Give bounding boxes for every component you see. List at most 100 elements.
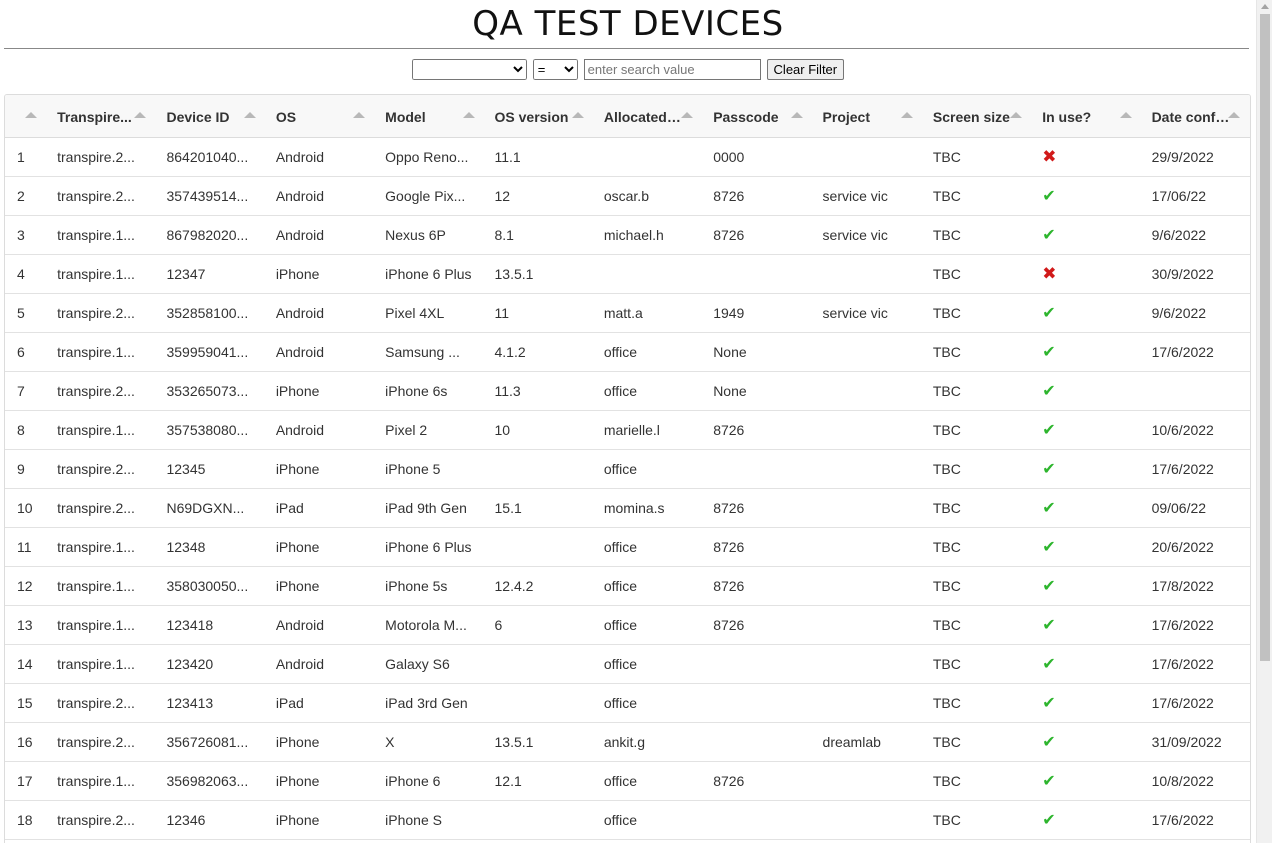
cell-os: iPhone xyxy=(265,371,376,411)
column-header-6[interactable]: Allocated to xyxy=(593,95,704,138)
cell-model: Motorola M... xyxy=(375,605,485,645)
cell-ver: 10 xyxy=(484,410,594,450)
vertical-scrollbar[interactable] xyxy=(1256,0,1272,843)
column-header-10[interactable]: In use? xyxy=(1032,95,1142,138)
column-header-7[interactable]: Passcode xyxy=(703,95,813,138)
cell-proj xyxy=(812,527,923,567)
cell-pass xyxy=(703,722,813,762)
column-header-label: Allocated to xyxy=(603,108,682,125)
in-use-cell: ✔ xyxy=(1032,722,1142,762)
cell-pass: 8726 xyxy=(703,410,813,450)
scrollbar-thumb[interactable] xyxy=(1260,14,1270,661)
cell-n: 8 xyxy=(5,410,48,450)
cell-t: transpire.1... xyxy=(47,605,157,645)
sort-arrow-icon[interactable] xyxy=(1228,112,1240,118)
cell-d: 357538080... xyxy=(156,410,266,450)
sort-arrow-icon[interactable] xyxy=(25,112,38,118)
cell-date: 20/6/2022 xyxy=(1141,527,1250,567)
cell-alloc: office xyxy=(593,566,704,606)
table-row[interactable]: 11 transpire.1... 12348 iPhone iPhone 6 Plus… xyxy=(5,527,1250,567)
table-row[interactable]: 1 transpire.2... 864201040... Android Oppo R… xyxy=(5,137,1250,177)
column-header-label: Model xyxy=(385,108,426,125)
cell-os: Android xyxy=(265,176,376,216)
sort-arrow-icon[interactable] xyxy=(1010,112,1023,118)
cell-t: transpire.2... xyxy=(47,722,157,762)
table-row[interactable]: 4 transpire.1... 12347 iPhone iPhone 6 Plus 1… xyxy=(5,254,1250,294)
in-use-cell: ✔ xyxy=(1032,293,1142,333)
title-divider xyxy=(4,48,1249,49)
cell-n: 3 xyxy=(5,215,48,255)
table-row[interactable]: 15 transpire.2... 123413 iPad iPad 3rd Gen of… xyxy=(5,683,1250,723)
cell-ver xyxy=(484,644,594,684)
cell-n: 1 xyxy=(5,137,48,177)
column-header-9[interactable]: Screen size xyxy=(922,95,1033,138)
cell-t: transpire.1... xyxy=(47,761,157,801)
check-icon: ✔ xyxy=(1042,656,1056,673)
cell-screen: TBC xyxy=(922,605,1033,645)
cell-proj: dreamlab xyxy=(812,722,923,762)
cell-proj xyxy=(812,566,923,606)
in-use-cell: ✔ xyxy=(1032,605,1142,645)
cell-n: 10 xyxy=(5,488,48,528)
column-header-2[interactable]: Device ID xyxy=(156,95,266,138)
cell-pass: 8726 xyxy=(703,566,813,606)
sort-arrow-icon[interactable] xyxy=(462,112,475,118)
cell-ver: 11.1 xyxy=(484,137,594,177)
table-row[interactable]: 18 transpire.2... 12346 iPhone iPhone S offic… xyxy=(5,800,1250,840)
clear-filter-button[interactable]: Clear Filter xyxy=(766,59,845,80)
cell-proj xyxy=(812,137,923,177)
column-header-11[interactable]: Date confirmed xyxy=(1141,95,1250,138)
cell-pass: 1949 xyxy=(703,293,813,333)
sort-arrow-icon[interactable] xyxy=(1119,112,1132,118)
table-row[interactable]: 6 transpire.1... 359959041... Android Samsun… xyxy=(5,332,1250,372)
cell-alloc: office xyxy=(593,449,704,489)
table-row[interactable]: 5 transpire.2... 352858100... Android Pixel … xyxy=(5,293,1250,333)
filter-field-select[interactable] xyxy=(411,59,527,80)
cell-ver: 13.5.1 xyxy=(484,254,594,294)
table-row[interactable]: 7 transpire.2... 353265073... iPhone iPhone … xyxy=(5,371,1250,411)
sort-arrow-icon[interactable] xyxy=(681,112,694,118)
sort-arrow-icon[interactable] xyxy=(243,112,256,118)
cell-pass xyxy=(703,449,813,489)
filter-operator-select[interactable]: = xyxy=(532,59,578,80)
cell-screen: TBC xyxy=(922,722,1033,762)
sort-arrow-icon[interactable] xyxy=(134,112,147,118)
sort-arrow-icon[interactable] xyxy=(790,112,803,118)
cell-d: 12345 xyxy=(156,449,266,489)
table-row[interactable]: 10 transpire.2... N69DGXN... iPad iPad 9th G… xyxy=(5,488,1250,528)
scroll-up-arrow-icon[interactable] xyxy=(1261,4,1269,9)
sort-arrow-icon[interactable] xyxy=(571,112,584,118)
table-row[interactable]: 14 transpire.1... 123420 Android Galaxy S6 of… xyxy=(5,644,1250,684)
table-row[interactable]: 12 transpire.1... 358030050... iPhone iPhone… xyxy=(5,566,1250,606)
cell-proj xyxy=(812,332,923,372)
column-header-label: Project xyxy=(822,108,870,125)
check-icon: ✔ xyxy=(1042,305,1056,322)
table-row[interactable]: 17 transpire.1... 356982063... iPhone iPhone… xyxy=(5,761,1250,801)
table-row[interactable]: 2 transpire.2... 357439514... Android Google… xyxy=(5,176,1250,216)
table-row[interactable]: 16 transpire.2... 356726081... iPhone X 13.5.… xyxy=(5,722,1250,762)
column-header-1[interactable]: Transpire... xyxy=(47,95,157,138)
search-input[interactable] xyxy=(583,59,761,80)
column-header-4[interactable]: Model xyxy=(375,95,485,138)
table-row[interactable]: 13 transpire.1... 123418 Android Motorola M.… xyxy=(5,605,1250,645)
column-header-3[interactable]: OS xyxy=(265,95,376,138)
sort-arrow-icon[interactable] xyxy=(353,112,366,118)
cell-alloc: office xyxy=(593,761,704,801)
column-header-0[interactable] xyxy=(5,95,48,138)
cell-os: iPhone xyxy=(265,800,376,840)
sort-arrow-icon[interactable] xyxy=(900,112,913,118)
cell-proj xyxy=(812,488,923,528)
cell-t: transpire.2... xyxy=(47,488,157,528)
table-row[interactable]: 8 transpire.1... 357538080... Android Pixel … xyxy=(5,410,1250,450)
cell-ver: 12 xyxy=(484,176,594,216)
column-header-8[interactable]: Project xyxy=(812,95,923,138)
cell-screen: TBC xyxy=(922,488,1033,528)
cell-t: transpire.2... xyxy=(47,176,157,216)
column-header-5[interactable]: OS version xyxy=(484,95,594,138)
cell-t: transpire.2... xyxy=(47,137,157,177)
cell-n: 16 xyxy=(5,722,48,762)
table-row[interactable]: 3 transpire.1... 867982020... Android Nexus … xyxy=(5,215,1250,255)
cell-date: 17/6/2022 xyxy=(1141,605,1250,645)
check-icon: ✔ xyxy=(1042,812,1056,829)
table-row[interactable]: 9 transpire.2... 12345 iPhone iPhone 5 office… xyxy=(5,449,1250,489)
